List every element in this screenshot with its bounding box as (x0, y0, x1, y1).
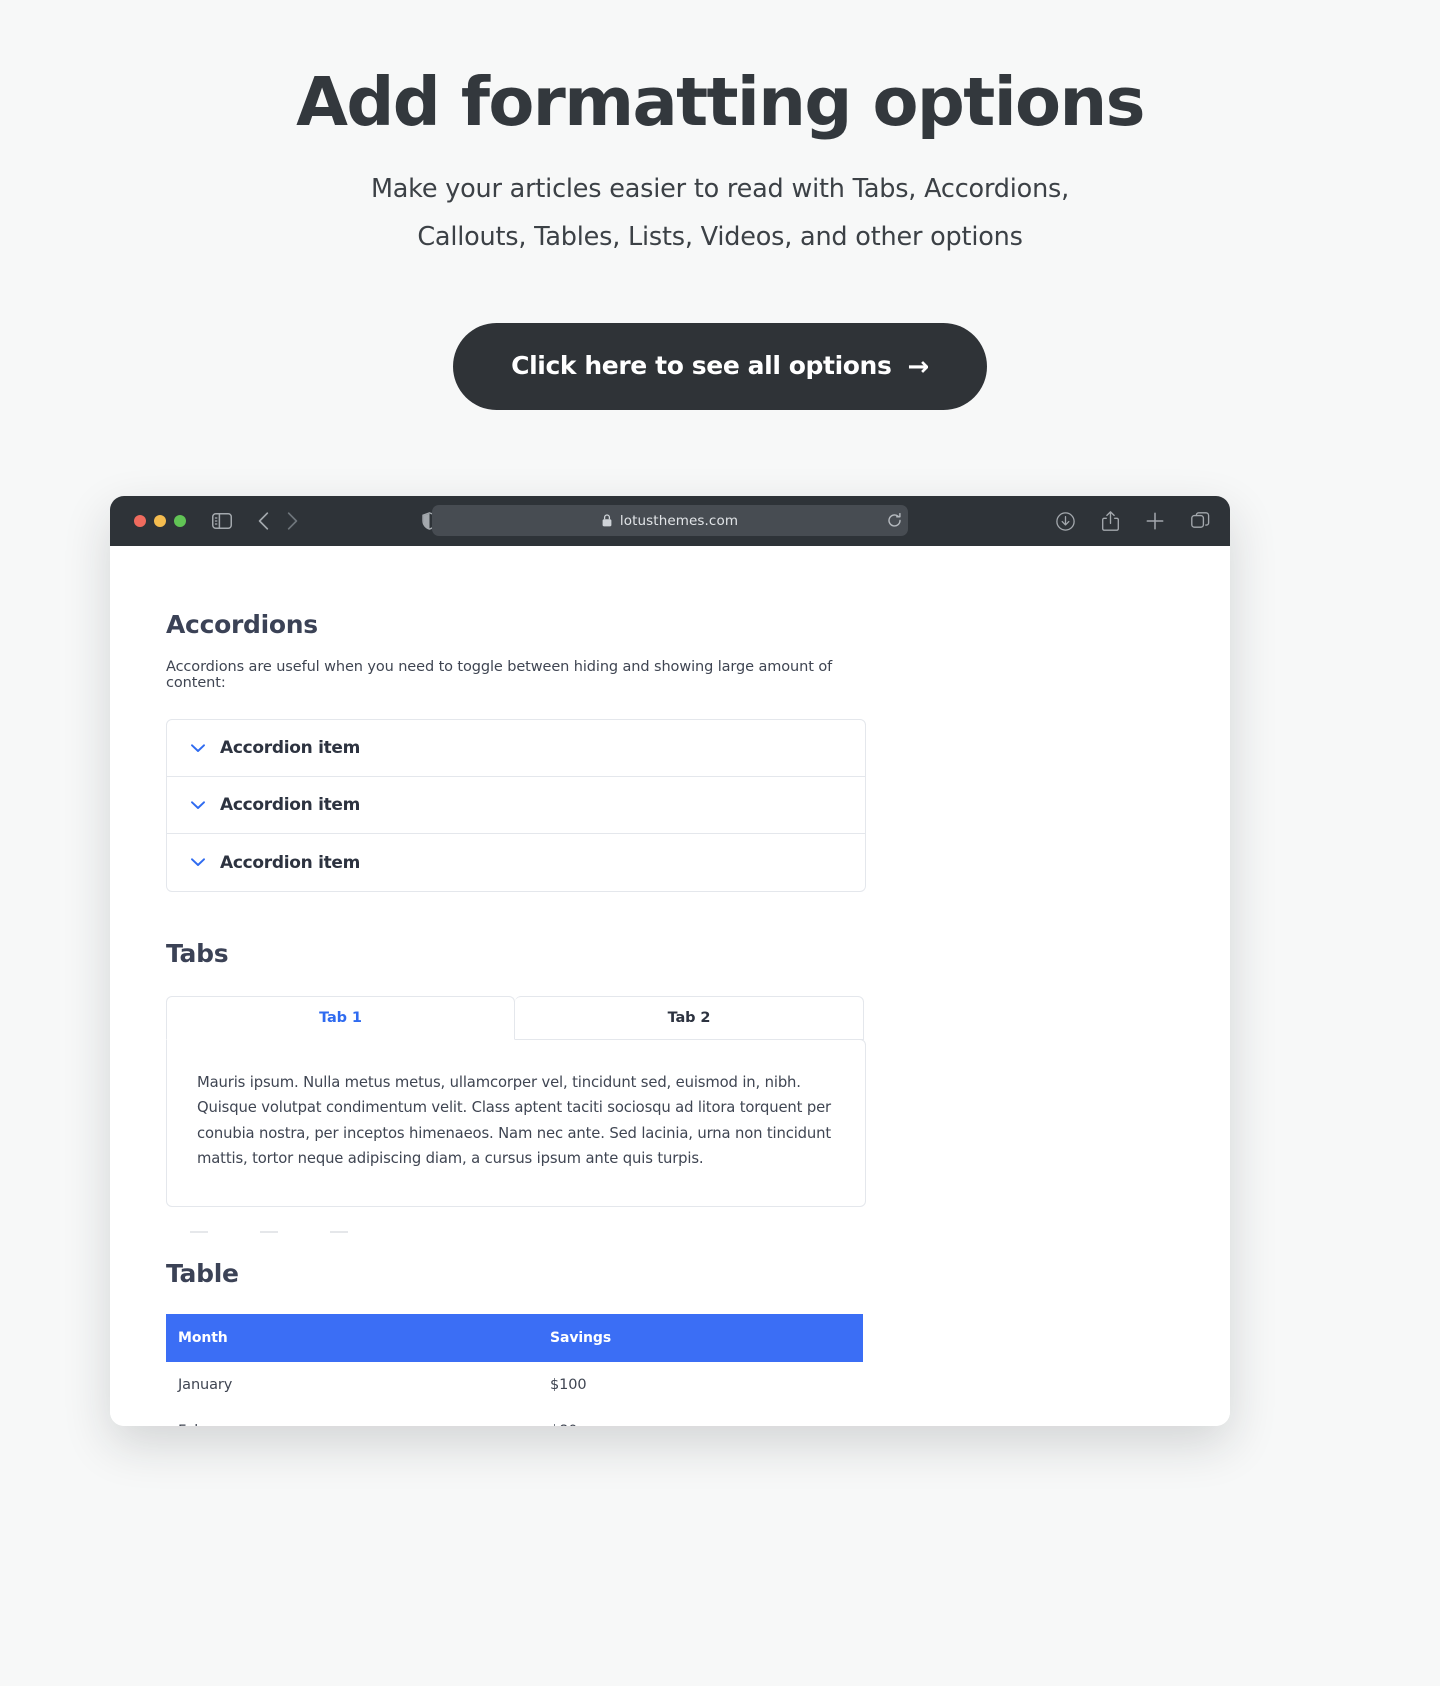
toolbar-right-actions (1056, 496, 1210, 546)
tab-panel-text: Mauris ipsum. Nulla metus metus, ullamco… (197, 1074, 832, 1168)
partially-hidden-element (166, 1230, 866, 1241)
accordion-item-label: Accordion item (220, 738, 361, 758)
accordion-group: Accordion item Accordion item Accordion … (166, 719, 866, 892)
minimize-window-dot[interactable] (154, 515, 166, 527)
table-header-row: Month Savings (166, 1313, 863, 1362)
chevron-down-icon (191, 800, 209, 810)
address-bar[interactable]: lotusthemes.com (432, 505, 908, 536)
browser-viewport: Accordions Accordions are useful when yo… (110, 546, 1230, 1426)
sidebar-icon[interactable] (212, 513, 232, 529)
forward-arrow-icon[interactable] (287, 512, 298, 530)
download-icon[interactable] (1056, 511, 1075, 531)
chevron-down-icon (191, 858, 209, 867)
table-head: Month Savings (166, 1313, 863, 1362)
cell-month: January (178, 1376, 233, 1393)
cell-savings: $80 (538, 1408, 863, 1426)
table-body: January $100 February $80 March $90 (166, 1362, 863, 1426)
close-window-dot[interactable] (134, 515, 146, 527)
tabs-widget: Tab 1 Tab 2 Mauris ipsum. Nulla metus me… (166, 996, 866, 1207)
article-content: Accordions Accordions are useful when yo… (166, 610, 866, 1426)
hero-section: Add formatting options Make your article… (0, 0, 1440, 411)
column-header-month: Month (166, 1313, 538, 1362)
tab-strip: Tab 1 Tab 2 (166, 996, 866, 1040)
table-row: February $80 (166, 1408, 863, 1426)
tabs-heading: Tabs (166, 939, 229, 968)
accordions-heading: Accordions (166, 610, 318, 639)
browser-toolbar: lotusthemes.com (110, 496, 1230, 546)
table-row: January $100 (166, 1362, 863, 1408)
ghost-mark-3 (330, 1230, 348, 1233)
table-heading: Table (166, 1258, 239, 1288)
accordion-item-1[interactable]: Accordion item (167, 720, 865, 777)
maximize-window-dot[interactable] (174, 515, 186, 527)
chevron-down-icon (191, 743, 209, 753)
tab-1[interactable]: Tab 1 (166, 996, 515, 1040)
screenshot-root: Add formatting options Make your article… (0, 0, 1440, 1686)
lock-icon (602, 514, 612, 527)
accordion-item-label: Accordion item (220, 852, 361, 873)
share-icon[interactable] (1102, 511, 1119, 531)
accordion-item-label: Accordion item (220, 795, 361, 815)
cell-savings: $100 (550, 1376, 587, 1393)
hero-subtitle-line-2: Callouts, Tables, Lists, Videos, and oth… (417, 221, 1023, 252)
tab-panel: Mauris ipsum. Nulla metus metus, ullamco… (166, 1039, 866, 1207)
hero-subtitle: Make your articles easier to read with T… (330, 166, 1110, 261)
browser-window: lotusthemes.com Accordions Accordions ar… (110, 496, 1230, 1426)
address-bar-url: lotusthemes.com (619, 512, 739, 529)
cell-month: February (166, 1408, 538, 1426)
navigation-arrows (258, 512, 298, 530)
accordions-description: Accordions are useful when you need to t… (166, 659, 833, 691)
ghost-mark-1 (190, 1230, 208, 1233)
window-controls (134, 515, 186, 527)
see-all-options-label: Click here to see all options (511, 351, 892, 381)
hero-cta-container: Click here to see all options → (0, 323, 1440, 411)
accordion-item-3[interactable]: Accordion item (167, 834, 865, 891)
reload-icon[interactable] (880, 506, 908, 534)
tab-2[interactable]: Tab 2 (515, 996, 864, 1040)
hero-subtitle-line-1: Make your articles easier to read with T… (370, 174, 1070, 205)
accordion-item-2[interactable]: Accordion item (167, 777, 865, 834)
plus-icon[interactable] (1146, 512, 1164, 530)
ghost-mark-2 (260, 1230, 278, 1233)
back-arrow-icon[interactable] (258, 512, 269, 530)
see-all-options-button[interactable]: Click here to see all options → (453, 323, 987, 411)
column-header-savings: Savings (538, 1313, 863, 1362)
page-title: Add formatting options (296, 63, 1145, 141)
savings-table: Month Savings January $100 February $80 (166, 1313, 863, 1426)
tab-overview-icon[interactable] (1191, 511, 1210, 531)
arrow-right-icon: → (907, 351, 929, 382)
